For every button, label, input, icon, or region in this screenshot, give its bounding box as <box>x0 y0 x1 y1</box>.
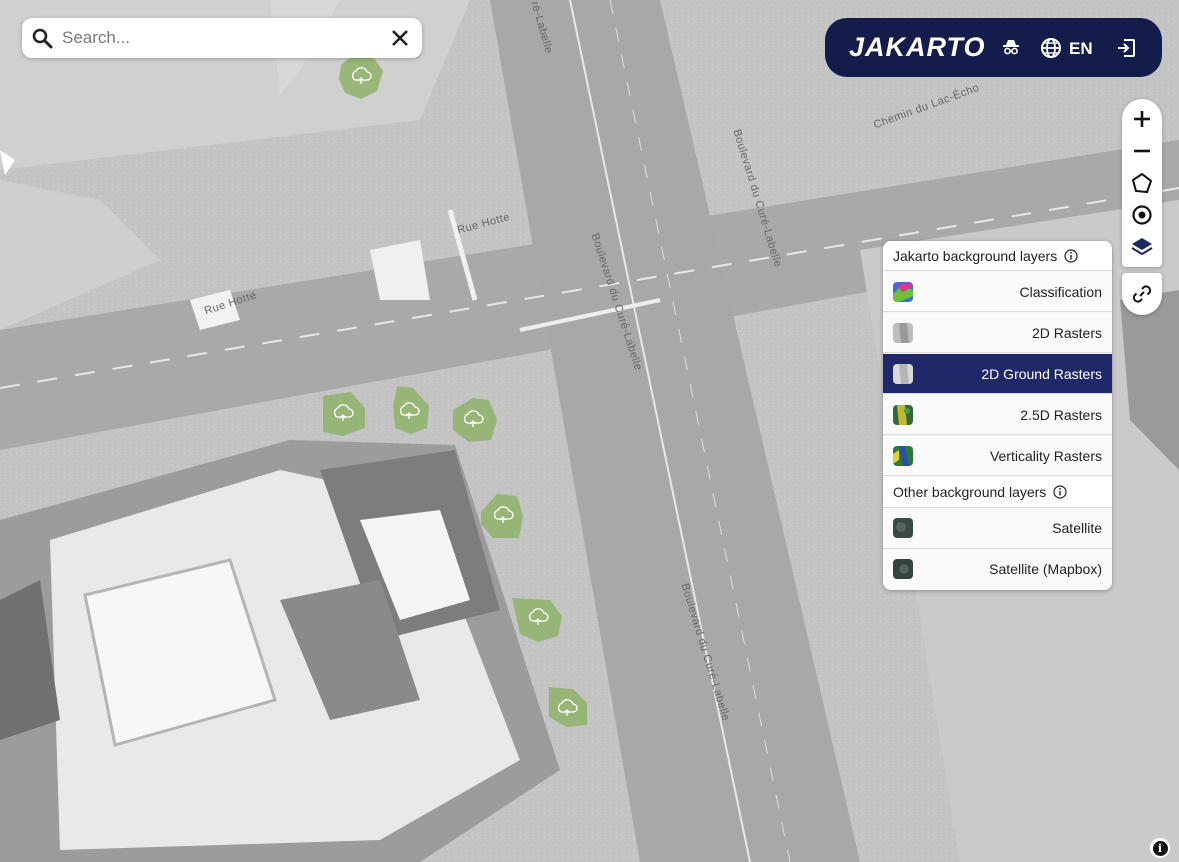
info-icon[interactable] <box>1053 485 1067 499</box>
layer-thumbnail <box>893 364 913 384</box>
zoom-out-icon[interactable] <box>1130 139 1154 163</box>
layer-option-2d-rasters[interactable]: 2D Rasters <box>883 313 1112 353</box>
incognito-icon[interactable] <box>1002 38 1020 56</box>
globe-icon[interactable] <box>1040 37 1062 59</box>
background-layers-panel: Jakarto background layers Classification… <box>883 241 1112 590</box>
map-controls <box>1122 99 1162 267</box>
share-link-button[interactable] <box>1122 273 1162 315</box>
info-icon: i <box>1152 840 1168 856</box>
layer-thumbnail <box>893 559 913 579</box>
search-input[interactable] <box>60 27 382 49</box>
layer-label: Verticality Rasters <box>989 448 1102 464</box>
info-icon[interactable] <box>1064 248 1078 263</box>
layer-label: Classification <box>1019 284 1102 300</box>
layer-label: 2.5D Rasters <box>1020 407 1102 423</box>
language-selector[interactable]: EN <box>1069 39 1093 59</box>
section-title: Jakarto background layers <box>893 247 1058 264</box>
attribution-button[interactable]: i <box>1150 838 1170 858</box>
layer-thumbnail <box>893 323 913 343</box>
layer-option-2-5d-rasters[interactable]: 2.5D Rasters <box>883 395 1112 435</box>
layer-thumbnail <box>893 518 913 538</box>
search-icon[interactable] <box>30 26 54 50</box>
layer-option-satellite-mapbox[interactable]: Satellite (Mapbox) <box>883 549 1112 590</box>
layer-option-2d-ground-rasters[interactable]: 2D Ground Rasters <box>883 354 1112 394</box>
jakarto-layers-header: Jakarto background layers <box>883 241 1112 271</box>
locate-icon[interactable] <box>1130 203 1154 227</box>
link-icon <box>1131 283 1153 305</box>
layer-label: 2D Rasters <box>1031 325 1102 341</box>
draw-polygon-icon[interactable] <box>1130 171 1154 195</box>
layer-option-verticality-rasters[interactable]: Verticality Rasters <box>883 436 1112 476</box>
app-header: JAKARTO EN <box>825 18 1162 77</box>
jakarto-logo[interactable]: JAKARTO <box>849 32 986 63</box>
layer-label: Satellite (Mapbox) <box>989 561 1102 577</box>
layer-thumbnail <box>893 405 913 425</box>
search-box <box>22 18 422 58</box>
other-layers-header: Other background layers <box>883 477 1112 508</box>
section-title: Other background layers <box>893 484 1047 500</box>
layer-thumbnail <box>893 446 913 466</box>
layer-label: Satellite <box>1052 520 1102 536</box>
layer-option-satellite[interactable]: Satellite <box>883 508 1112 549</box>
layer-option-classification[interactable]: Classification <box>883 272 1112 312</box>
zoom-in-icon[interactable] <box>1130 107 1154 131</box>
layers-icon[interactable] <box>1130 235 1154 259</box>
layer-label: 2D Ground Rasters <box>981 366 1102 382</box>
layer-thumbnail <box>893 282 913 302</box>
login-icon[interactable] <box>1115 37 1137 59</box>
close-icon[interactable] <box>388 26 412 50</box>
